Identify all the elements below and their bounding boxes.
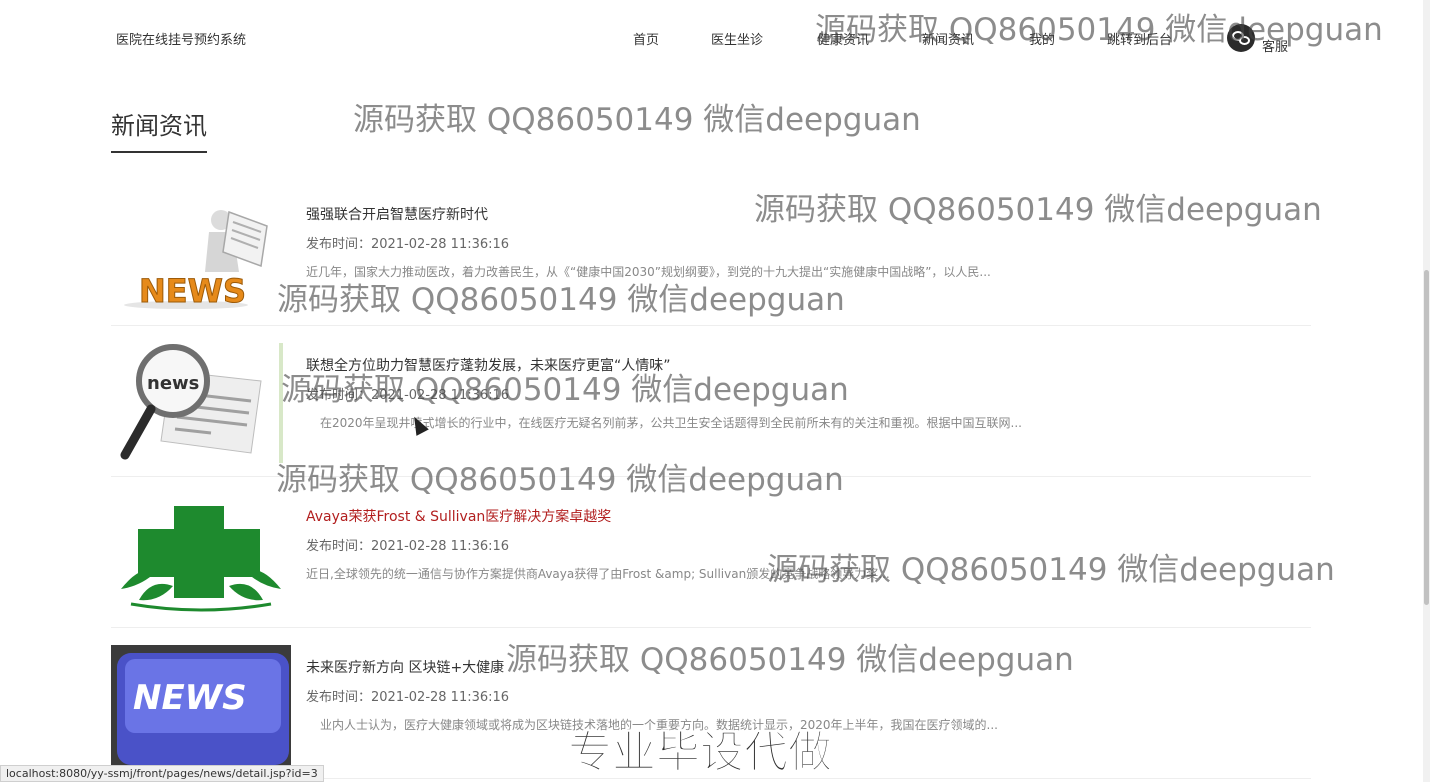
news-item[interactable]: news 联想全方位助力智慧医疗蓬勃发展，未来医疗更富“人情味” 发布时间：20…	[111, 326, 1311, 477]
news-time: 发布时间：2021-02-28 11:36:16	[306, 539, 510, 554]
svg-text:news: news	[147, 373, 199, 394]
promo-stamp: 专业毕设代做	[568, 727, 833, 779]
news-summary: 近日,全球领先的统一通信与协作方案提供商Avaya获得了由Frost &amp;…	[306, 567, 890, 581]
customer-service-label: 客服	[1262, 40, 1289, 55]
news-reader-image[interactable]: NEWS	[111, 192, 291, 312]
site-header: 医院在线挂号预约系统 首页 医生坐诊 健康资讯 新闻资讯 我的 跳转到后台 客服	[0, 0, 1430, 76]
news-summary: 近几年，国家大力推动医改，着力改善民生，从《“健康中国2030”规划纲要》，到党…	[306, 265, 991, 279]
watermark: 源码获取 QQ86050149 微信deepguan	[353, 102, 921, 138]
nav-mine[interactable]: 我的	[1029, 29, 1055, 48]
page-scrollbar[interactable]	[1423, 0, 1430, 782]
svg-text:NEWS: NEWS	[133, 678, 247, 718]
news-keyboard-image[interactable]: NEWS	[111, 645, 291, 765]
nav-home[interactable]: 首页	[633, 29, 659, 48]
newspaper-magnifier-image[interactable]: news	[111, 343, 291, 463]
svg-text:NEWS: NEWS	[139, 272, 246, 310]
wechat-icon	[1227, 24, 1255, 52]
green-cross-image[interactable]	[111, 494, 291, 614]
news-title[interactable]: 未来医疗新方向 区块链+大健康	[306, 657, 504, 677]
news-time: 发布时间：2021-02-28 11:36:16	[306, 237, 510, 252]
news-item[interactable]: NEWS 强强联合开启智慧医疗新时代 发布时间：2021-02-28 11:36…	[111, 175, 1311, 326]
news-item[interactable]: Avaya荣获Frost & Sullivan医疗解决方案卓越奖 发布时间：20…	[111, 477, 1311, 628]
nav-admin[interactable]: 跳转到后台	[1107, 29, 1172, 48]
nav-news[interactable]: 新闻资讯	[922, 29, 974, 48]
news-time: 发布时间：2021-02-28 11:36:16	[306, 388, 510, 403]
scrollbar-thumb[interactable]	[1424, 270, 1429, 605]
nav-doctors[interactable]: 医生坐诊	[711, 29, 763, 48]
status-bar-url: localhost:8080/yy-ssmj/front/pages/news/…	[0, 765, 324, 782]
news-title[interactable]: 联想全方位助力智慧医疗蓬勃发展，未来医疗更富“人情味”	[306, 355, 671, 375]
news-title[interactable]: 强强联合开启智慧医疗新时代	[306, 204, 488, 224]
news-title[interactable]: Avaya荣获Frost & Sullivan医疗解决方案卓越奖	[306, 506, 611, 526]
page-title: 新闻资讯	[111, 106, 207, 153]
site-brand[interactable]: 医院在线挂号预约系统	[116, 29, 246, 48]
news-time: 发布时间：2021-02-28 11:36:16	[306, 690, 510, 705]
customer-service-button[interactable]: 客服	[1227, 24, 1307, 55]
nav-health-info[interactable]: 健康资讯	[817, 29, 869, 48]
